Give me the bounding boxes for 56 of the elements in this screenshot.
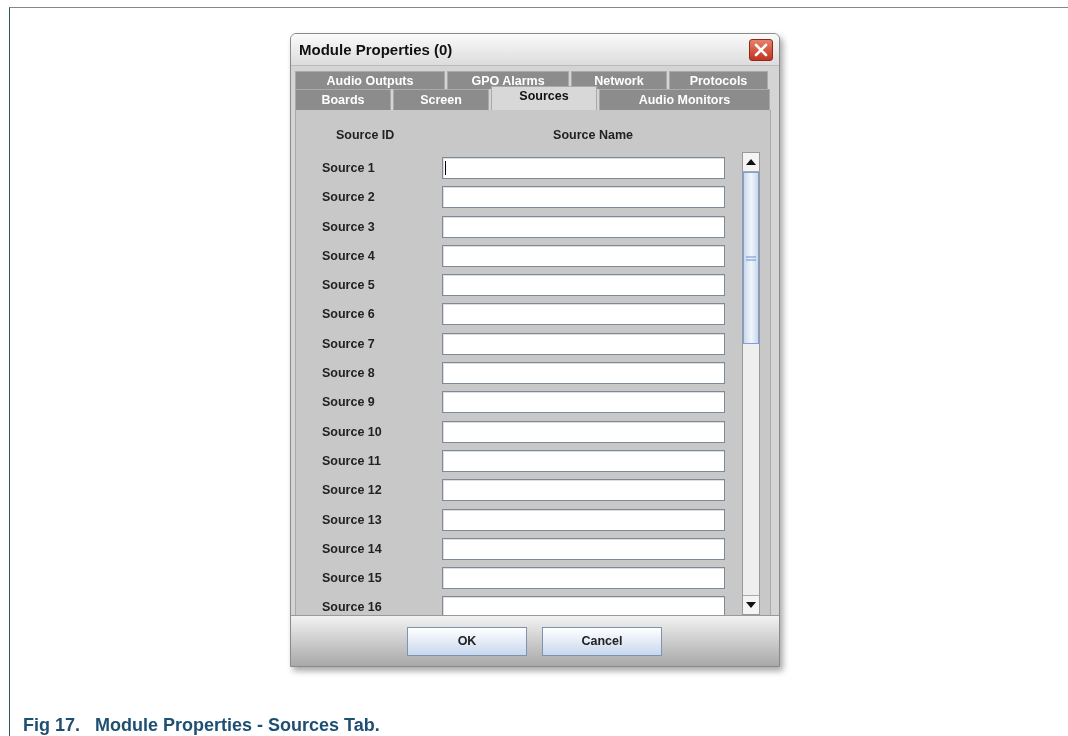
source-label: Source 15	[322, 571, 383, 586]
input-field[interactable]	[442, 274, 725, 297]
tab[interactable]: Audio Monitors	[599, 89, 770, 110]
window-title: Module Properties (0)	[299, 41, 453, 58]
input-field[interactable]	[442, 596, 725, 615]
source-label: Source 6	[322, 307, 376, 322]
source-label: Source 13	[322, 512, 383, 527]
down-arrow-icon	[746, 602, 756, 608]
input-field[interactable]	[442, 303, 725, 326]
input-field[interactable]	[442, 449, 725, 472]
input-field[interactable]	[442, 186, 725, 209]
source-label: Source 1	[322, 161, 376, 175]
input-field[interactable]	[442, 215, 725, 238]
scroll-thumb[interactable]	[743, 172, 759, 344]
source-label: Source 4	[322, 248, 376, 263]
tab[interactable]: Sources	[491, 86, 597, 110]
input-field[interactable]	[442, 479, 725, 502]
grip-icon	[746, 255, 756, 261]
source-label: Source 2	[322, 190, 376, 205]
input-field[interactable]	[442, 420, 725, 443]
input-field[interactable]	[442, 332, 725, 355]
source-label: Source 16	[322, 600, 383, 615]
input-field[interactable]	[442, 567, 725, 590]
source-label: Source 5	[322, 278, 376, 293]
up-arrow-icon	[746, 159, 756, 165]
source-label: Source 14	[322, 541, 383, 556]
column-header: Source Name	[552, 128, 634, 142]
close-icon	[754, 42, 768, 57]
column-header: Source ID	[335, 128, 396, 142]
input-field[interactable]	[442, 537, 725, 560]
scroll-down-button[interactable]	[743, 595, 759, 614]
dialog-button[interactable]: Cancel	[542, 626, 662, 656]
figure-caption: Fig 17. Module Properties - Sources Tab.	[23, 715, 381, 736]
tab[interactable]: Audio Outputs	[295, 71, 445, 89]
input-field[interactable]	[442, 157, 725, 179]
close-button[interactable]	[749, 38, 773, 61]
tab[interactable]: Network	[571, 71, 667, 89]
input-field[interactable]	[442, 362, 725, 385]
tab[interactable]: Boards	[295, 89, 391, 110]
scroll-up-button[interactable]	[743, 153, 759, 172]
scrollbar[interactable]	[742, 152, 760, 615]
input-field[interactable]	[442, 391, 725, 414]
source-label: Source 11	[322, 453, 383, 468]
tab[interactable]: GPO Alarms	[447, 71, 569, 89]
tab[interactable]: Protocols	[669, 71, 768, 89]
input-field[interactable]	[442, 508, 725, 531]
dialog-button[interactable]: OK	[407, 626, 527, 656]
source-label: Source 10	[322, 424, 383, 439]
source-label: Source 3	[322, 219, 376, 234]
source-label: Source 9	[322, 395, 376, 410]
source-label: Source 8	[322, 366, 376, 381]
source-label: Source 7	[322, 336, 376, 351]
input-field[interactable]	[442, 244, 725, 267]
tab[interactable]: Screen	[393, 89, 489, 110]
text-cursor	[445, 161, 447, 175]
source-label: Source 12	[322, 483, 383, 498]
